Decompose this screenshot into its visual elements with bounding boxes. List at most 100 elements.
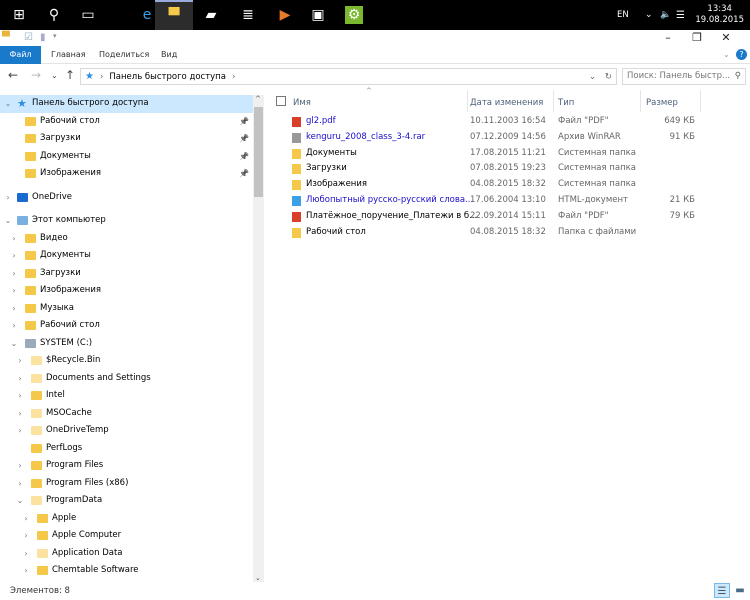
collapse-chevron-icon[interactable]: ⌄ <box>3 212 13 230</box>
expand-chevron-icon[interactable]: › <box>15 475 25 493</box>
column-divider[interactable] <box>640 90 641 112</box>
database-icon[interactable]: ≣ <box>229 0 267 30</box>
expand-chevron-icon[interactable]: › <box>9 317 19 335</box>
expand-chevron-icon[interactable]: › <box>9 230 19 248</box>
address-dropdown-icon[interactable]: ⌄ <box>589 72 596 82</box>
start-icon[interactable]: ⊞ <box>0 0 38 30</box>
expand-chevron-icon[interactable]: › <box>15 405 25 423</box>
column-divider[interactable] <box>467 90 468 112</box>
action-center-icon[interactable]: ☰ <box>676 0 685 30</box>
tab-view[interactable]: Вид <box>161 46 177 64</box>
tree-item[interactable]: › Документы <box>0 247 253 265</box>
details-view-button[interactable]: ☰ <box>714 583 730 598</box>
tree-item[interactable]: ⌄ Этот компьютер <box>0 212 253 230</box>
tab-home[interactable]: Главная <box>51 46 86 64</box>
tree-item[interactable]: ⌄ ★ Панель быстрого доступа <box>0 95 253 113</box>
breadcrumb-quick-access[interactable]: Панель быстрого доступа <box>109 72 226 82</box>
language-indicator[interactable]: EN <box>617 0 629 30</box>
column-divider[interactable] <box>700 90 701 112</box>
tree-item[interactable]: › Видео <box>0 230 253 248</box>
tree-item[interactable]: › Chemtable Software <box>0 562 253 580</box>
properties-icon[interactable]: ☑ <box>24 32 33 43</box>
clock[interactable]: 13:34 19.08.2015 <box>695 4 744 26</box>
column-header-name[interactable]: Имя <box>293 94 311 112</box>
back-button[interactable]: ← <box>8 68 18 82</box>
tab-share[interactable]: Поделиться <box>99 46 149 64</box>
search-input[interactable]: Поиск: Панель быстр... ⚲ <box>622 68 746 85</box>
tree-item[interactable]: › Application Data <box>0 545 253 563</box>
tree-item[interactable]: › Program Files <box>0 457 253 475</box>
tree-item[interactable]: ⌄ SYSTEM (C:) <box>0 335 253 353</box>
expand-chevron-icon[interactable]: › <box>9 282 19 300</box>
large-icons-view-button[interactable]: ▬ <box>732 583 748 598</box>
tree-item[interactable]: › Apple Computer <box>0 527 253 545</box>
file-explorer-icon[interactable]: ▀ <box>155 0 193 30</box>
tree-item[interactable]: › Изображения <box>0 282 253 300</box>
tab-file[interactable]: Файл <box>0 46 41 64</box>
settings-icon[interactable]: ⚙ <box>345 6 363 24</box>
expand-chevron-icon[interactable]: › <box>15 352 25 370</box>
pin-icon[interactable]: 📌 <box>239 148 249 166</box>
tree-item[interactable]: › OneDriveTemp <box>0 422 253 440</box>
notepad-icon[interactable]: ▰ <box>192 0 230 30</box>
new-folder-icon[interactable]: ▮ <box>40 32 46 43</box>
tree-item[interactable]: › Intel <box>0 387 253 405</box>
file-row[interactable]: Платёжное_поручение_Платежи в б... 22.09… <box>265 209 705 225</box>
tray-chevron-icon[interactable]: ⌄ <box>645 0 653 30</box>
minimize-button[interactable]: – <box>653 31 683 44</box>
scroll-down-icon[interactable]: ⌄ <box>255 574 261 582</box>
tree-item[interactable]: › MSOCache <box>0 405 253 423</box>
pin-icon[interactable]: 📌 <box>239 113 249 131</box>
collapse-chevron-icon[interactable]: ⌄ <box>3 95 13 113</box>
volume-icon[interactable]: 🔈 <box>660 0 671 30</box>
navigation-scrollbar[interactable]: ^ ⌄ <box>253 95 264 582</box>
search-icon[interactable]: ⚲ <box>35 0 73 30</box>
select-all-checkbox[interactable] <box>276 96 286 106</box>
tree-item[interactable]: Загрузки 📌 <box>0 130 253 148</box>
expand-chevron-icon[interactable]: › <box>15 387 25 405</box>
store-icon[interactable]: ▣ <box>299 0 337 30</box>
expand-chevron-icon[interactable]: › <box>9 265 19 283</box>
tree-item[interactable]: › Музыка <box>0 300 253 318</box>
collapse-chevron-icon[interactable]: ⌄ <box>9 335 19 353</box>
column-header-date[interactable]: Дата изменения <box>470 94 543 112</box>
tree-item[interactable]: Изображения 📌 <box>0 165 253 183</box>
expand-chevron-icon[interactable]: › <box>21 562 31 580</box>
file-row[interactable]: Документы 17.08.2015 11:21 Системная пап… <box>265 146 705 162</box>
file-row[interactable]: gl2.pdf 10.11.2003 16:54 Файл "PDF" 649 … <box>265 114 705 130</box>
recent-locations-icon[interactable]: ⌄ <box>51 71 58 80</box>
file-row[interactable]: Изображения 04.08.2015 18:32 Системная п… <box>265 177 705 193</box>
tree-item[interactable]: › Apple <box>0 510 253 528</box>
tree-item[interactable]: › $Recycle.Bin <box>0 352 253 370</box>
forward-button[interactable]: → <box>31 68 41 82</box>
tree-item[interactable]: ⌄ ProgramData <box>0 492 253 510</box>
tree-item[interactable]: › Program Files (x86) <box>0 475 253 493</box>
help-icon[interactable]: ? <box>736 49 747 60</box>
tree-item[interactable]: › OneDrive <box>0 189 253 207</box>
tree-item[interactable]: › Рабочий стол <box>0 317 253 335</box>
tree-item[interactable]: Рабочий стол 📌 <box>0 113 253 131</box>
expand-chevron-icon[interactable]: › <box>15 422 25 440</box>
expand-ribbon-icon[interactable]: ⌄ <box>723 46 730 64</box>
expand-chevron-icon[interactable]: › <box>15 457 25 475</box>
scroll-up-icon[interactable]: ^ <box>255 95 261 103</box>
up-button[interactable]: ↑ <box>65 68 75 82</box>
expand-chevron-icon[interactable]: › <box>21 510 31 528</box>
refresh-icon[interactable]: ↻ <box>605 72 612 82</box>
file-row[interactable]: Любопытный русско-русский слова... 17.06… <box>265 193 705 209</box>
expand-chevron-icon[interactable]: › <box>21 527 31 545</box>
tree-item[interactable]: › Загрузки <box>0 265 253 283</box>
breadcrumb-chevron-icon[interactable]: › <box>232 72 235 82</box>
pin-icon[interactable]: 📌 <box>239 130 249 148</box>
pin-icon[interactable]: 📌 <box>239 165 249 183</box>
expand-chevron-icon[interactable]: › <box>9 247 19 265</box>
close-button[interactable]: ✕ <box>711 31 741 44</box>
tree-item[interactable]: PerfLogs <box>0 440 253 458</box>
scrollbar-thumb[interactable] <box>254 107 263 197</box>
expand-chevron-icon[interactable]: › <box>15 370 25 388</box>
task-view-icon[interactable]: ▭ <box>69 0 107 30</box>
tree-item[interactable]: Документы 📌 <box>0 148 253 166</box>
address-bar[interactable]: ★ › Панель быстрого доступа › ⌄ ↻ <box>80 68 617 85</box>
column-header-type[interactable]: Тип <box>558 94 574 112</box>
file-row[interactable]: kenguru_2008_class_3-4.rar 07.12.2009 14… <box>265 130 705 146</box>
